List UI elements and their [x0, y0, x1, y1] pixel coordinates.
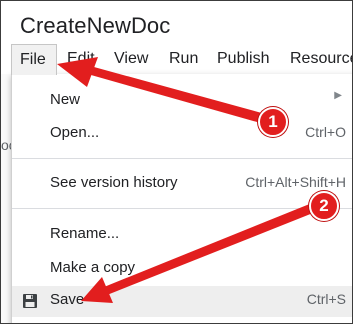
menu-publish[interactable]: Publish: [217, 44, 269, 74]
menu-item-version-history[interactable]: See version history Ctrl+Alt+Shift+H: [12, 169, 352, 199]
menu-run[interactable]: Run: [169, 44, 198, 74]
menu-item-new[interactable]: New ▶: [12, 86, 352, 116]
floppy-disk-icon: [23, 294, 37, 308]
menu-separator: [12, 158, 352, 159]
menu-item-open-shortcut: Ctrl+O: [305, 124, 346, 140]
menu-item-save[interactable]: Save Ctrl+S: [12, 286, 352, 317]
annotation-badge-1: 1: [258, 107, 288, 137]
menu-item-new-label: New: [50, 91, 81, 108]
menu-item-rename-label: Rename...: [50, 225, 120, 242]
menu-item-version-history-shortcut: Ctrl+Alt+Shift+H: [245, 174, 346, 190]
menu-item-make-copy[interactable]: Make a copy: [12, 254, 352, 284]
menu-item-save-label: Save: [50, 291, 85, 308]
menu-item-open[interactable]: Open... Ctrl+O: [12, 119, 352, 149]
file-menu-dropdown: New ▶ Open... Ctrl+O See version history…: [11, 74, 352, 323]
menu-separator: [12, 208, 352, 209]
submenu-arrow-icon: ▶: [334, 90, 342, 101]
menu-item-save-shortcut: Ctrl+S: [306, 291, 346, 307]
app-window: CreateNewDoc File Edit View Run Publish …: [0, 0, 353, 324]
menu-bar: File Edit View Run Publish Resources: [1, 44, 352, 75]
menu-item-make-copy-label: Make a copy: [50, 259, 136, 276]
document-title[interactable]: CreateNewDoc: [20, 13, 170, 39]
menu-edit[interactable]: Edit: [67, 44, 95, 74]
menu-item-open-label: Open...: [50, 124, 100, 141]
menu-item-rename[interactable]: Rename...: [12, 220, 352, 250]
menu-item-version-history-label: See version history: [50, 174, 178, 191]
menu-resources[interactable]: Resources: [290, 44, 352, 74]
annotation-badge-2: 2: [309, 191, 339, 221]
menu-file[interactable]: File: [11, 44, 57, 75]
menu-view[interactable]: View: [114, 44, 148, 74]
